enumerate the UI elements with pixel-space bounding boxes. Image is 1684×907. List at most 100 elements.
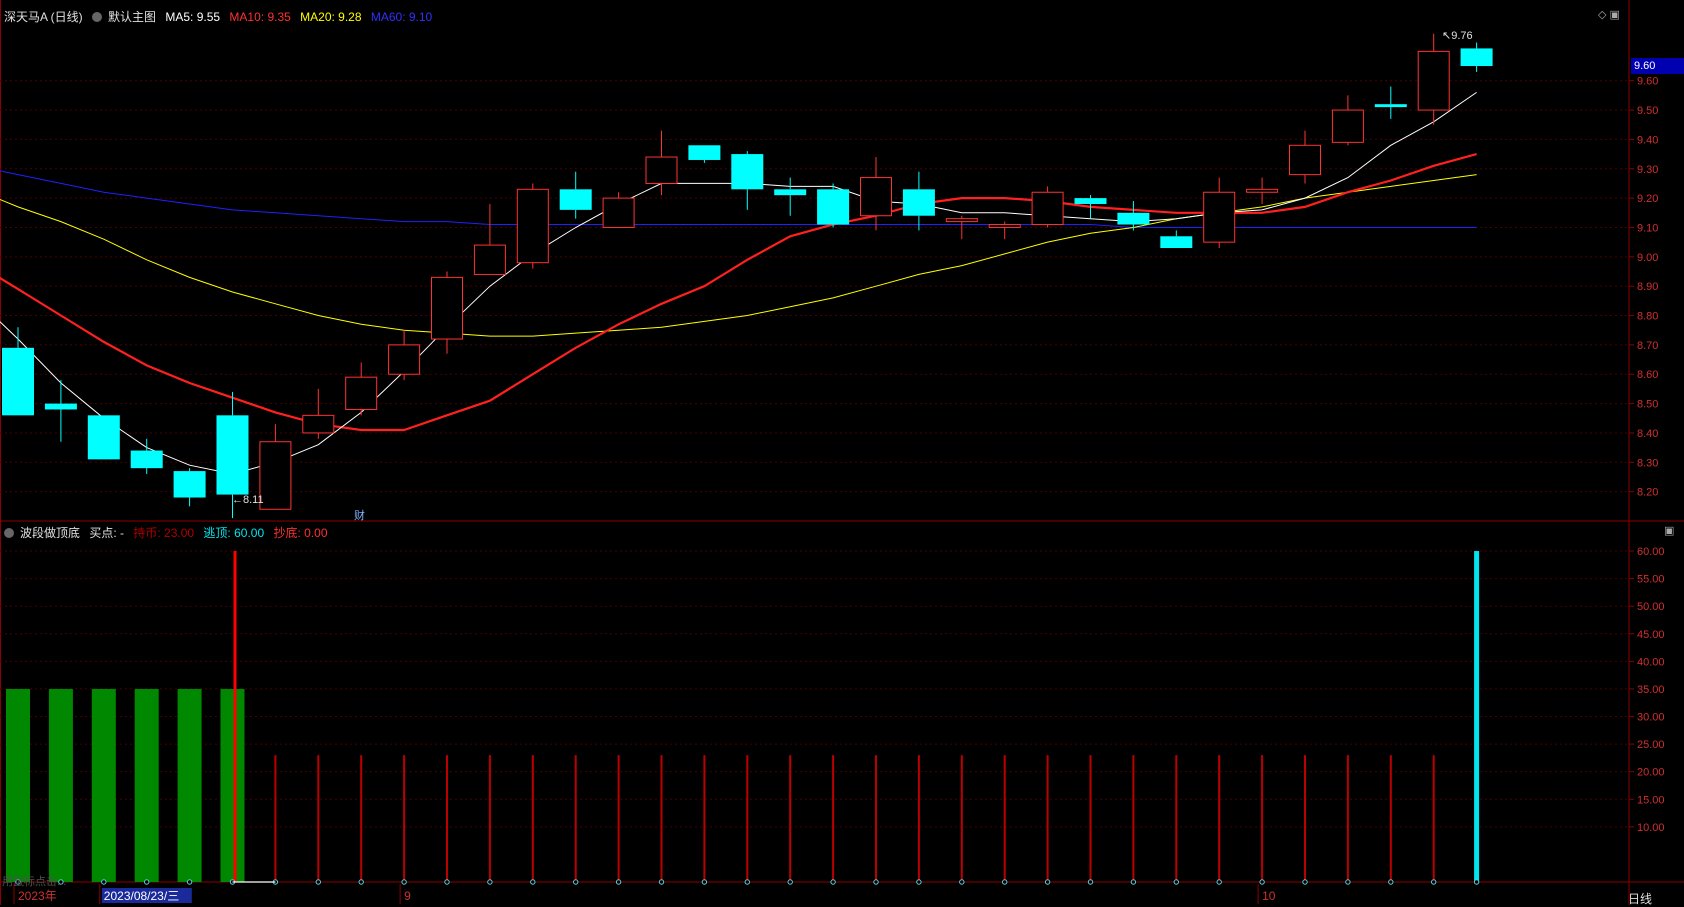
x-axis-dot	[487, 879, 493, 885]
candle	[645, 130, 678, 196]
x-axis-label: 9	[404, 889, 411, 903]
escape-label: 逃顶: 60.00	[203, 526, 265, 540]
hold-bar	[531, 755, 534, 882]
hold-bar	[1346, 755, 1349, 882]
candle-body	[388, 344, 421, 375]
sub-window-icon[interactable]: ▣	[1664, 525, 1674, 537]
hold-bar	[832, 755, 835, 882]
price-tick-label: 8.60	[1637, 369, 1658, 381]
sub-panel-controls: ▣	[1664, 524, 1674, 537]
hold-bar	[1003, 755, 1006, 882]
ma60-label: MA60: 9.10	[370, 10, 433, 24]
x-axis-dot	[1087, 879, 1094, 885]
x-axis-dot	[1302, 879, 1308, 885]
candle-body	[431, 276, 463, 340]
period-button[interactable]: 日线	[1628, 890, 1652, 907]
hold-bar	[1304, 755, 1306, 882]
price-tick-label: 9.60	[1637, 76, 1658, 88]
candle-body	[817, 189, 850, 225]
candle-body	[345, 376, 378, 410]
hold-bar	[317, 755, 320, 882]
template-label[interactable]: 默认主图	[108, 10, 156, 24]
bottom-bar	[177, 688, 202, 882]
x-axis-dot	[1002, 879, 1008, 885]
candle-body	[1374, 104, 1407, 108]
window-icon[interactable]: ▣	[1610, 9, 1620, 21]
price-tick-label: 9.50	[1637, 105, 1658, 117]
price-tick-label: 9.20	[1637, 193, 1658, 205]
bottom-bar	[134, 688, 159, 882]
candle	[731, 151, 764, 210]
candle	[259, 424, 292, 510]
financial-report-marker[interactable]: 财	[354, 507, 365, 523]
bottom-bar	[48, 688, 73, 882]
x-axis-dot	[1173, 879, 1180, 885]
candle	[345, 362, 378, 416]
symbol-label[interactable]: 深天马A (日线)	[4, 10, 83, 24]
candle	[130, 438, 163, 475]
candle-body	[216, 415, 249, 495]
candle	[2, 327, 34, 416]
candle	[1331, 95, 1364, 146]
candle	[1460, 42, 1493, 72]
x-axis-dot	[873, 879, 879, 885]
high-value: 9.76	[1451, 30, 1473, 42]
indicator-menu-icon[interactable]	[4, 528, 14, 538]
candle-body	[902, 189, 935, 216]
indicator-tick-label: 60.00	[1637, 546, 1665, 558]
candle	[774, 177, 807, 216]
x-axis-dot	[1431, 879, 1437, 885]
candle	[388, 330, 421, 381]
x-axis-dot	[744, 879, 750, 885]
candle-body	[688, 145, 721, 160]
x-axis-dot	[444, 879, 450, 885]
indicator-tick-label: 25.00	[1637, 739, 1665, 751]
candle	[173, 468, 206, 507]
x-axis-dot	[1345, 879, 1351, 885]
candle-body	[1160, 236, 1193, 249]
indicator-name[interactable]: 波段做顶底	[20, 526, 80, 540]
hold-bar	[703, 755, 706, 882]
x-axis-dot	[615, 879, 622, 885]
price-tick-label: 8.80	[1637, 311, 1658, 323]
hold-bar	[746, 755, 749, 882]
candle	[431, 271, 463, 354]
sub-chart-header: 波段做顶底 买点: - 持币: 23.00 逃顶: 60.00 抄底: 0.00	[4, 524, 334, 541]
candle	[860, 157, 892, 231]
x-axis-dot	[1473, 879, 1480, 885]
candle	[817, 183, 850, 228]
x-axis-dot	[959, 879, 965, 885]
x-axis-dot	[1216, 879, 1222, 885]
signal-bar	[233, 551, 237, 882]
candle-body	[130, 450, 163, 469]
candle	[988, 221, 1021, 240]
diamond-icon[interactable]: ◇	[1598, 9, 1606, 21]
x-axis-dot	[573, 879, 579, 885]
x-axis-dot	[401, 879, 407, 885]
candle-body	[774, 189, 807, 196]
candle	[1031, 186, 1064, 228]
hold-bar	[789, 755, 792, 882]
stock-chart[interactable]: 8.20 8.30 8.40 8.50 8.60 8.70 8.80 8.90 9.00 9.10…	[0, 0, 1684, 905]
candle-body	[516, 188, 549, 264]
low-marker: ←8.11	[232, 494, 264, 506]
x-axis-label: 2023/08/23/三	[104, 889, 179, 903]
price-tick-label: 8.20	[1637, 487, 1658, 499]
hold-bar	[960, 755, 963, 882]
hold-bar	[1046, 755, 1049, 882]
candle	[1203, 177, 1236, 249]
x-axis-dot	[530, 879, 536, 885]
ma10-label: MA10: 9.35	[229, 10, 291, 24]
candle-body	[1289, 144, 1321, 176]
candle-body	[602, 197, 635, 228]
candle-body	[1031, 191, 1064, 226]
template-menu-icon[interactable]	[92, 12, 103, 22]
hold-bar	[660, 755, 663, 882]
indicator-tick-label: 20.00	[1637, 767, 1665, 779]
candle-body	[302, 414, 335, 434]
x-axis-dot	[144, 879, 150, 885]
hold-bar	[488, 755, 491, 882]
x-axis-dot	[1388, 879, 1394, 885]
x-axis-dot	[787, 879, 793, 885]
hold-bar	[1175, 755, 1178, 882]
